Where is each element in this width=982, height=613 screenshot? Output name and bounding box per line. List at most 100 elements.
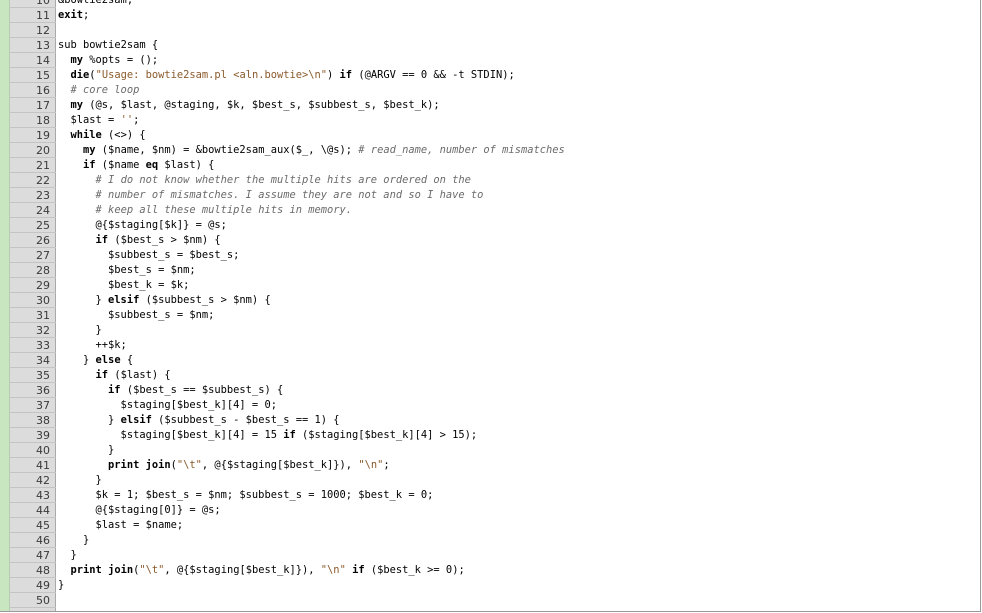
line-code[interactable]: print join("\t", @{$staging[$best_k]}), … bbox=[58, 458, 390, 473]
code-line[interactable]: 37 $staging[$best_k][4] = 0; bbox=[0, 398, 980, 413]
string-token: "Usage: bowtie2sam.pl <aln.bowtie>\n" bbox=[95, 69, 328, 81]
code-line[interactable]: 28 $best_s = $nm; bbox=[0, 263, 980, 278]
code-token: %opts = (); bbox=[83, 54, 159, 66]
code-line[interactable]: 32 } bbox=[0, 323, 980, 338]
line-number: 37 bbox=[36, 399, 50, 412]
line-code[interactable]: if ($best_s > $nm) { bbox=[58, 233, 221, 248]
line-code[interactable]: my (@s, $last, @staging, $k, $best_s, $s… bbox=[58, 98, 440, 113]
line-code[interactable]: $best_k = $k; bbox=[58, 278, 189, 293]
keyword-token: if bbox=[352, 564, 365, 576]
line-code[interactable]: } bbox=[58, 548, 77, 563]
line-code[interactable]: # core loop bbox=[58, 83, 140, 98]
line-code[interactable]: $best_s = $nm; bbox=[58, 263, 196, 278]
line-code[interactable]: } bbox=[58, 323, 102, 338]
line-code[interactable]: $last = $name; bbox=[58, 518, 184, 533]
code-line[interactable]: 29 $best_k = $k; bbox=[0, 278, 980, 293]
code-line[interactable]: 27 $subbest_s = $best_s; bbox=[0, 248, 980, 263]
line-code[interactable]: $last = ''; bbox=[58, 113, 140, 128]
code-line[interactable]: 21 if ($name eq $last) { bbox=[0, 158, 980, 173]
keyword-token: elsif bbox=[120, 414, 152, 426]
code-line[interactable]: 47 } bbox=[0, 548, 980, 563]
code-line[interactable]: 12 bbox=[0, 23, 980, 38]
code-line[interactable]: 13 sub bowtie2sam { bbox=[0, 38, 980, 53]
line-code[interactable]: $subbest_s = $best_s; bbox=[58, 248, 239, 263]
line-code[interactable]: ++$k; bbox=[58, 338, 127, 353]
keyword-token: if bbox=[339, 69, 353, 81]
code-line[interactable]: 16 # core loop bbox=[0, 83, 980, 98]
code-line[interactable]: 34 } else { bbox=[0, 353, 980, 368]
line-code[interactable]: sub bowtie2sam { bbox=[58, 38, 158, 53]
line-code[interactable]: die("Usage: bowtie2sam.pl <aln.bowtie>\n… bbox=[58, 68, 515, 83]
line-code[interactable]: # I do not know whether the multiple hit… bbox=[58, 173, 471, 188]
line-code[interactable]: # number of mismatches. I assume they ar… bbox=[58, 188, 484, 203]
line-code[interactable]: $subbest_s = $nm; bbox=[58, 308, 214, 323]
code-token: { bbox=[120, 354, 134, 366]
line-code[interactable]: print join("\t", @{$staging[$best_k]}), … bbox=[58, 563, 465, 578]
line-code[interactable]: } bbox=[58, 443, 114, 458]
code-line[interactable]: 31 $subbest_s = $nm; bbox=[0, 308, 980, 323]
code-line[interactable]: 19 while (<>) { bbox=[0, 128, 980, 143]
code-line[interactable]: 20 my ($name, $nm) = &bowtie2sam_aux($_,… bbox=[0, 143, 980, 158]
line-code[interactable]: $staging[$best_k][4] = 0; bbox=[58, 398, 277, 413]
code-line[interactable]: 40 } bbox=[0, 443, 980, 458]
line-code[interactable]: while (<>) { bbox=[58, 128, 146, 143]
line-code[interactable]: } elsif ($subbest_s > $nm) { bbox=[58, 293, 271, 308]
code-line[interactable]: 15 die("Usage: bowtie2sam.pl <aln.bowtie… bbox=[0, 68, 980, 83]
code-line[interactable]: 11 exit; bbox=[0, 8, 980, 23]
code-line[interactable]: 14 my %opts = (); bbox=[0, 53, 980, 68]
line-code[interactable]: } else { bbox=[58, 353, 133, 368]
line-number: 45 bbox=[36, 519, 50, 532]
code-line[interactable]: 10 &bowtie2sam; bbox=[0, 0, 980, 8]
code-line[interactable]: 36 if ($best_s == $subbest_s) { bbox=[0, 383, 980, 398]
code-line[interactable]: 38 } elsif ($subbest_s - $best_s == 1) { bbox=[0, 413, 980, 428]
code-line[interactable]: 17 my (@s, $last, @staging, $k, $best_s,… bbox=[0, 98, 980, 113]
code-line[interactable]: 23 # number of mismatches. I assume they… bbox=[0, 188, 980, 203]
code-line[interactable]: 48 print join("\t", @{$staging[$best_k]}… bbox=[0, 563, 980, 578]
code-line[interactable]: 45 $last = $name; bbox=[0, 518, 980, 533]
code-line[interactable]: 41 print join("\t", @{$staging[$best_k]}… bbox=[0, 458, 980, 473]
line-code[interactable]: &bowtie2sam; bbox=[58, 0, 133, 8]
code-line[interactable]: 30 } elsif ($subbest_s > $nm) { bbox=[0, 293, 980, 308]
line-code[interactable]: if ($best_s == $subbest_s) { bbox=[58, 383, 283, 398]
line-code[interactable]: } bbox=[58, 473, 102, 488]
line-code[interactable]: # keep all these multiple hits in memory… bbox=[58, 203, 352, 218]
code-lines[interactable]: 10 &bowtie2sam; 11 exit; 12 13 sub bowtie2sam … bbox=[0, 0, 980, 608]
code-line[interactable]: 33 ++$k; bbox=[0, 338, 980, 353]
line-code[interactable]: if ($name eq $last) { bbox=[58, 158, 214, 173]
line-code[interactable]: } bbox=[58, 578, 64, 593]
line-code[interactable]: } elsif ($subbest_s - $best_s == 1) { bbox=[58, 413, 339, 428]
code-line[interactable]: 24 # keep all these multiple hits in mem… bbox=[0, 203, 980, 218]
line-code[interactable]: my %opts = (); bbox=[58, 53, 159, 68]
code-line[interactable]: 49} bbox=[0, 578, 980, 593]
code-line[interactable]: 25 @{$staging[$k]} = @s; bbox=[0, 218, 980, 233]
code-line[interactable]: 18 $last = ''; bbox=[0, 113, 980, 128]
line-code[interactable]: } bbox=[58, 533, 89, 548]
code-editor[interactable]: 10 &bowtie2sam; 11 exit; 12 13 sub bowtie2sam … bbox=[0, 0, 981, 612]
code-token: ; bbox=[383, 459, 390, 471]
code-line[interactable]: 46 } bbox=[0, 533, 980, 548]
code-line[interactable]: 26 if ($best_s > $nm) { bbox=[0, 233, 980, 248]
line-code[interactable]: my ($name, $nm) = &bowtie2sam_aux($_, \@… bbox=[58, 143, 565, 158]
code-line[interactable]: 43 $k = 1; $best_s = $nm; $subbest_s = 1… bbox=[0, 488, 980, 503]
comment-token: # I do not know whether the multiple hit… bbox=[95, 174, 471, 186]
code-line[interactable]: 39 $staging[$best_k][4] = 15 if ($stagin… bbox=[0, 428, 980, 443]
code-token: $last) { bbox=[158, 159, 215, 171]
line-code[interactable]: @{$staging[$k]} = @s; bbox=[58, 218, 227, 233]
line-code[interactable]: $k = 1; $best_s = $nm; $subbest_s = 1000… bbox=[58, 488, 434, 503]
line-number: 33 bbox=[36, 339, 50, 352]
code-line[interactable]: 42 } bbox=[0, 473, 980, 488]
line-code[interactable]: @{$staging[0]} = @s; bbox=[58, 503, 221, 518]
line-code[interactable]: if ($last) { bbox=[58, 368, 171, 383]
line-code[interactable]: $staging[$best_k][4] = 15 if ($staging[$… bbox=[58, 428, 478, 443]
line-code[interactable]: exit; bbox=[58, 8, 89, 23]
code-line[interactable]: 22 # I do not know whether the multiple … bbox=[0, 173, 980, 188]
code-token: bowtie2sam { bbox=[76, 39, 159, 51]
line-number: 18 bbox=[36, 114, 50, 127]
code-line[interactable]: 44 @{$staging[0]} = @s; bbox=[0, 503, 980, 518]
code-line[interactable]: 35 if ($last) { bbox=[0, 368, 980, 383]
code-token: &bowtie2sam; bbox=[58, 0, 134, 6]
code-line[interactable]: 50 bbox=[0, 593, 980, 608]
